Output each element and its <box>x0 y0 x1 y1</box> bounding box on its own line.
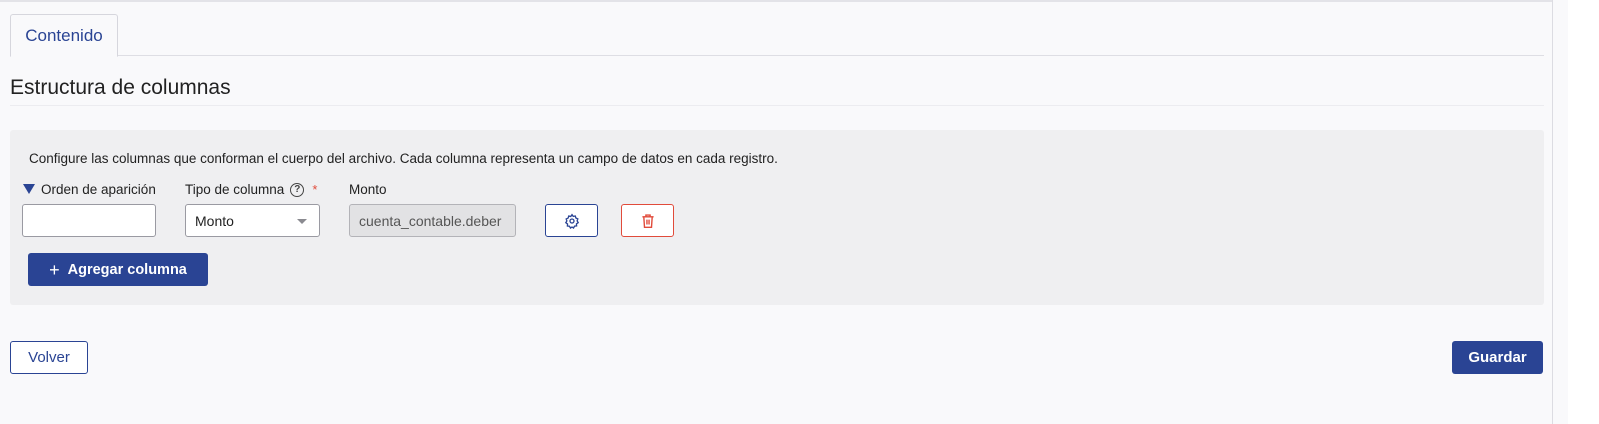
column-type-value: Monto <box>195 212 234 229</box>
tab-contenido[interactable]: Contenido <box>10 14 118 57</box>
back-button[interactable]: Volver <box>10 341 88 374</box>
monto-label: Monto <box>349 182 387 197</box>
order-input[interactable] <box>22 204 156 237</box>
section-title: Estructura de columnas <box>10 76 231 99</box>
save-button[interactable]: Guardar <box>1452 341 1543 374</box>
monto-field-value: cuenta_contable.deber <box>359 212 502 229</box>
add-column-label: Agregar columna <box>67 261 187 278</box>
help-circle-icon[interactable]: ? <box>290 182 305 197</box>
column-type-select[interactable]: Monto <box>185 204 320 237</box>
tabs-bar: Contenido <box>10 14 1544 57</box>
order-label-text: Orden de aparición <box>41 182 156 197</box>
trash-icon <box>641 213 654 228</box>
settings-button[interactable] <box>545 204 598 237</box>
required-mark: * <box>312 182 318 197</box>
add-column-button[interactable]: + Agregar columna <box>28 253 208 286</box>
sort-desc-icon[interactable] <box>23 183 35 194</box>
order-label[interactable]: Orden de aparición <box>23 182 156 197</box>
panel-description: Configure las columnas que conforman el … <box>29 151 778 166</box>
delete-button[interactable] <box>621 204 674 237</box>
monto-label-text: Monto <box>349 182 387 197</box>
page-frame: Contenido Estructura de columnas Configu… <box>0 0 1552 424</box>
type-label-text: Tipo de columna <box>185 182 285 197</box>
chevron-down-icon <box>297 219 307 224</box>
section-divider <box>10 105 1544 106</box>
columns-panel: Configure las columnas que conforman el … <box>10 130 1544 305</box>
gear-icon <box>564 212 579 229</box>
monto-field: cuenta_contable.deber <box>349 204 516 237</box>
right-scroll-strip <box>1552 0 1568 424</box>
plus-icon: + <box>49 259 60 280</box>
type-label: Tipo de columna ? * <box>185 182 317 197</box>
